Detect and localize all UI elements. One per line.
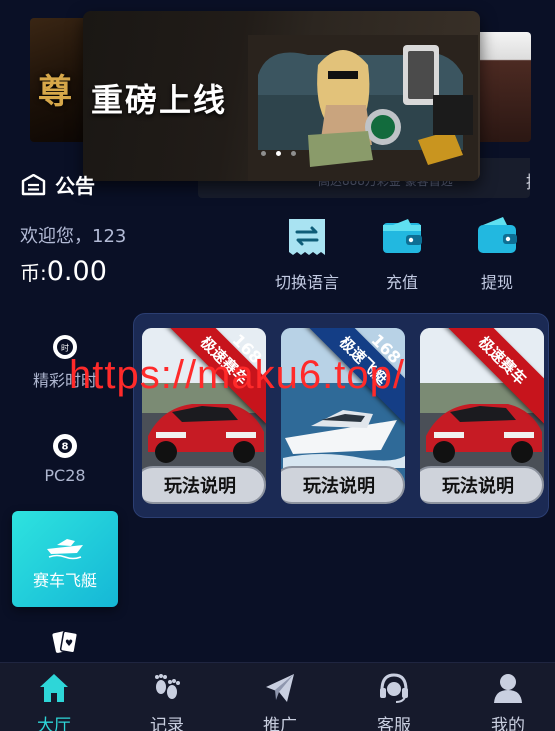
category-racing-boat[interactable]: 赛车飞艇 (12, 511, 118, 607)
svg-text:时: 时 (61, 343, 69, 353)
shishi-ball-icon: 时 (53, 335, 77, 359)
footprints-icon (155, 674, 180, 699)
welcome-text: 欢迎您，123 (20, 226, 127, 247)
carousel-indicators (261, 151, 296, 156)
tab-label: 我的 (491, 716, 525, 731)
tab-lobby[interactable]: 大厅 (4, 671, 104, 731)
quick-actions: 切换语言 充值 提现 (262, 215, 542, 293)
wallet-icon (383, 219, 422, 253)
svg-text:♥: ♥ (65, 639, 73, 649)
switch-language-button[interactable]: 切换语言 (262, 215, 352, 293)
category-label: 精彩时时 (32, 371, 97, 390)
tab-label: 大厅 (37, 716, 71, 731)
withdraw-wallet-icon (478, 217, 517, 253)
language-switch-icon (289, 219, 325, 255)
rules-button[interactable]: 玩法说明 (420, 466, 544, 504)
tab-mine[interactable]: 我的 (458, 671, 555, 731)
recharge-label: 充值 (385, 273, 418, 292)
game-card-speed-boat[interactable]: 168 极速飞艇 玩法说明 (281, 328, 405, 504)
tab-service[interactable]: 客服 (344, 671, 444, 731)
balance-amount: 0.00 (46, 256, 107, 287)
withdraw-button[interactable]: 提现 (452, 215, 542, 293)
eight-ball-icon: 8 (53, 434, 77, 458)
banner-title: 重磅上线 (91, 81, 228, 119)
announcement-icon (21, 173, 46, 195)
withdraw-label: 提现 (480, 273, 513, 292)
home-icon (40, 674, 68, 702)
game-card-speed-racing-2[interactable]: 极速赛车 玩法说明 (420, 328, 544, 504)
recharge-button[interactable]: 充值 (357, 215, 447, 293)
banner-side-glyph: 尊 (38, 72, 72, 112)
user-icon (494, 674, 522, 703)
banner-caption-tail: 揄 (526, 168, 530, 193)
category-label: PC28 (44, 466, 86, 485)
paper-plane-icon (266, 674, 294, 702)
rules-button[interactable]: 玩法说明 (142, 466, 266, 504)
category-cards[interactable]: ♥ (12, 628, 118, 660)
banner-side-image-left[interactable]: 尊 (30, 18, 90, 142)
balance-display: 币:0.00 (20, 256, 107, 287)
tab-label: 客服 (377, 716, 411, 731)
carousel-dot-active[interactable] (276, 151, 281, 156)
category-shishi[interactable]: 时 精彩时时 (12, 333, 118, 391)
banner-luxury-image (248, 35, 478, 181)
carousel-dot[interactable] (291, 151, 296, 156)
headset-icon (380, 673, 408, 703)
rules-button[interactable]: 玩法说明 (281, 466, 405, 504)
category-pc28[interactable]: 8 PC28 (12, 432, 118, 485)
playing-cards-icon: ♥ (52, 630, 79, 654)
game-card-speed-racing[interactable]: 168 极速赛车 玩法说明 (142, 328, 266, 504)
banner-main-slide[interactable]: 重磅上线 (83, 11, 480, 181)
bottom-tab-bar: 大厅 记录 推广 客服 我的 (0, 662, 555, 731)
announcement-bar[interactable]: 公告 (20, 170, 95, 199)
tab-label: 记录 (150, 716, 184, 731)
svg-text:8: 8 (62, 442, 69, 453)
switch-language-label: 切换语言 (274, 273, 339, 292)
tab-promote[interactable]: 推广 (230, 671, 330, 731)
currency-symbol: 币: (20, 261, 47, 285)
tab-label: 推广 (263, 716, 297, 731)
tab-records[interactable]: 记录 (117, 671, 217, 731)
game-panel: 168 极速赛车 玩法说明 168 极速飞艇 玩法说明 极速赛车 玩法说明 (133, 313, 549, 518)
announcement-label: 公告 (55, 174, 95, 198)
category-label: 赛车飞艇 (32, 571, 97, 590)
banner-side-image-right[interactable] (476, 32, 531, 142)
carousel-dot[interactable] (261, 151, 266, 156)
speedboat-icon (47, 539, 83, 560)
